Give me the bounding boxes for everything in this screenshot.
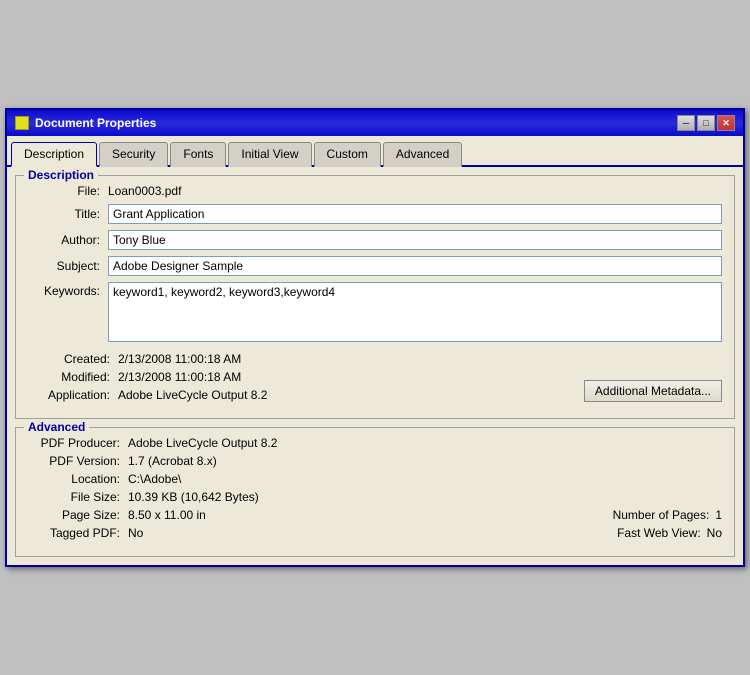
subject-input[interactable] xyxy=(108,256,722,276)
tab-initial-view[interactable]: Initial View xyxy=(228,142,311,167)
created-row: Created: 2/13/2008 11:00:18 AM xyxy=(28,352,722,366)
page-size-row: Page Size: 8.50 x 11.00 in Number of Pag… xyxy=(28,508,722,522)
author-label: Author: xyxy=(28,233,108,247)
fast-web-view-label: Fast Web View: xyxy=(617,526,701,540)
author-row: Author: xyxy=(28,230,722,250)
tab-advanced[interactable]: Advanced xyxy=(383,142,462,167)
pdf-version-row: PDF Version: 1.7 (Acrobat 8.x) xyxy=(28,454,722,468)
pdf-version-label: PDF Version: xyxy=(28,454,128,468)
application-label: Application: xyxy=(28,388,118,402)
application-value: Adobe LiveCycle Output 8.2 xyxy=(118,388,267,402)
tab-fonts[interactable]: Fonts xyxy=(170,142,226,167)
advanced-group: Advanced PDF Producer: Adobe LiveCycle O… xyxy=(15,427,735,557)
file-label: File: xyxy=(28,184,108,198)
tab-description[interactable]: Description xyxy=(11,142,97,167)
title-bar-text: Document Properties xyxy=(15,116,156,130)
subject-row: Subject: xyxy=(28,256,722,276)
location-value: C:\Adobe\ xyxy=(128,472,722,486)
tab-security[interactable]: Security xyxy=(99,142,168,167)
file-value: Loan0003.pdf xyxy=(108,184,181,198)
num-pages-value: 1 xyxy=(715,508,722,522)
maximize-button[interactable]: □ xyxy=(697,115,715,131)
title-input[interactable] xyxy=(108,204,722,224)
location-row: Location: C:\Adobe\ xyxy=(28,472,722,486)
created-value: 2/13/2008 11:00:18 AM xyxy=(118,352,241,366)
keywords-input[interactable] xyxy=(108,282,722,342)
minimize-button[interactable]: ─ xyxy=(677,115,695,131)
file-row: File: Loan0003.pdf xyxy=(28,184,722,198)
author-input[interactable] xyxy=(108,230,722,250)
location-label: Location: xyxy=(28,472,128,486)
pdf-producer-value: Adobe LiveCycle Output 8.2 xyxy=(128,436,722,450)
file-size-label: File Size: xyxy=(28,490,128,504)
title-bar: Document Properties ─ □ ✕ xyxy=(7,110,743,136)
modified-value: 2/13/2008 11:00:18 AM xyxy=(118,370,241,384)
title-row: Title: xyxy=(28,204,722,224)
created-label: Created: xyxy=(28,352,118,366)
description-section-title: Description xyxy=(24,168,98,182)
window-title: Document Properties xyxy=(35,116,156,130)
subject-label: Subject: xyxy=(28,259,108,273)
fast-web-view-value: No xyxy=(707,526,722,540)
tab-bar: Description Security Fonts Initial View … xyxy=(7,136,743,167)
keywords-label: Keywords: xyxy=(28,282,108,298)
page-size-value: 8.50 x 11.00 in xyxy=(128,508,206,522)
title-label: Title: xyxy=(28,207,108,221)
tagged-pdf-value: No xyxy=(128,526,143,540)
tagged-pdf-row: Tagged PDF: No Fast Web View: No xyxy=(28,526,722,540)
num-pages-label: Number of Pages: xyxy=(613,508,710,522)
document-properties-window: Document Properties ─ □ ✕ Description Se… xyxy=(5,108,745,567)
pdf-version-value: 1.7 (Acrobat 8.x) xyxy=(128,454,722,468)
keywords-row: Keywords: xyxy=(28,282,722,342)
additional-metadata-button[interactable]: Additional Metadata... xyxy=(584,380,722,402)
close-button[interactable]: ✕ xyxy=(717,115,735,131)
pdf-producer-label: PDF Producer: xyxy=(28,436,128,450)
content-area: Description File: Loan0003.pdf Title: Au… xyxy=(7,167,743,565)
file-size-row: File Size: 10.39 KB (10,642 Bytes) xyxy=(28,490,722,504)
advanced-section-title: Advanced xyxy=(24,420,89,434)
window-icon xyxy=(15,116,29,130)
modified-label: Modified: xyxy=(28,370,118,384)
pdf-producer-row: PDF Producer: Adobe LiveCycle Output 8.2 xyxy=(28,436,722,450)
file-size-value: 10.39 KB (10,642 Bytes) xyxy=(128,490,722,504)
tagged-pdf-label: Tagged PDF: xyxy=(28,526,128,540)
title-bar-buttons: ─ □ ✕ xyxy=(677,115,735,131)
description-group: Description File: Loan0003.pdf Title: Au… xyxy=(15,175,735,419)
page-size-label: Page Size: xyxy=(28,508,128,522)
metadata-section: Created: 2/13/2008 11:00:18 AM Modified:… xyxy=(28,352,722,402)
tab-custom[interactable]: Custom xyxy=(314,142,381,167)
